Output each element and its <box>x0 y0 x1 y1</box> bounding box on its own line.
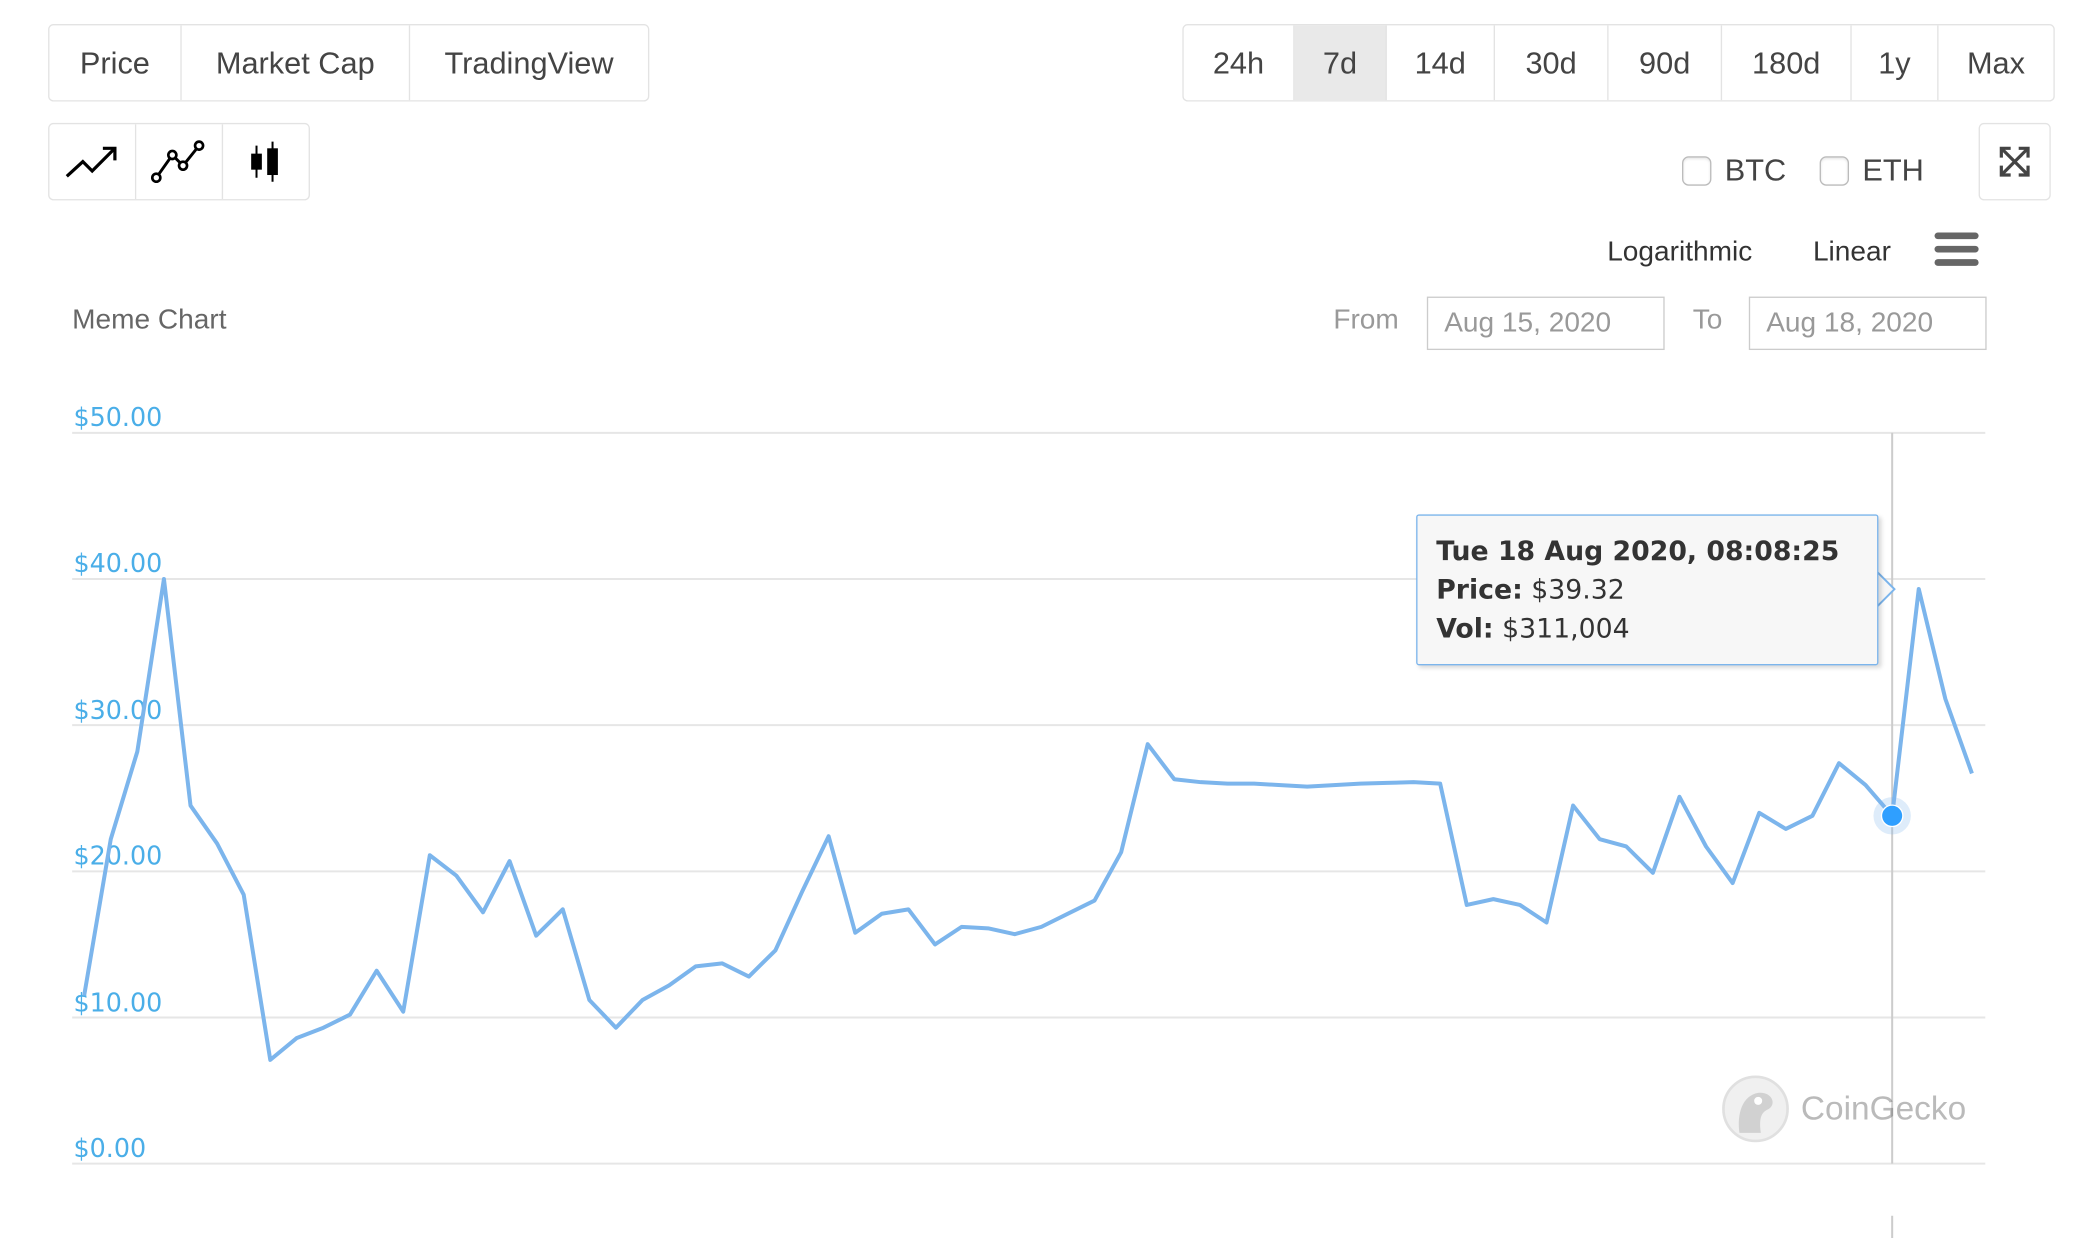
coingecko-logo-icon <box>1722 1075 1789 1143</box>
chart-widget: Price Market Cap TradingView 24h 7d 14d 30d… <box>0 0 2084 1238</box>
tooltip-date: Tue 18 Aug 2020, 08:08:25 <box>1436 534 1840 567</box>
tooltip: Tue 18 Aug 2020, 08:08:25 Price: $39.32 … <box>1416 514 1879 666</box>
tooltip-vol-value: $311,004 <box>1502 611 1630 644</box>
highlight-marker <box>1880 804 1904 828</box>
watermark-text: CoinGecko <box>1800 1089 1967 1127</box>
coingecko-watermark: CoinGecko <box>1721 1074 1966 1143</box>
tooltip-price-value: $39.32 <box>1531 573 1625 606</box>
tooltip-vol-label: Vol: <box>1436 611 1494 644</box>
tooltip-price-label: Price: <box>1436 573 1523 606</box>
